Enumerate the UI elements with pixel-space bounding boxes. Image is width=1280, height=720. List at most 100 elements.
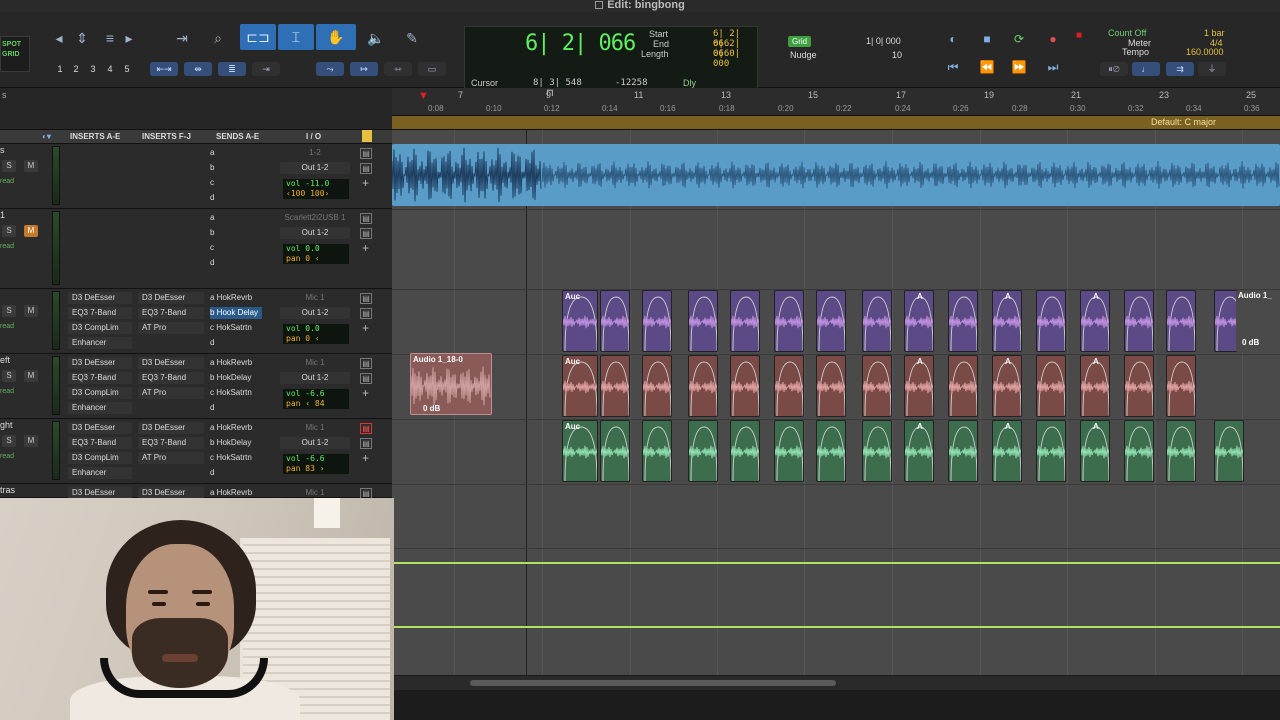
solo-button[interactable]: S [2,160,16,172]
track-row[interactable]: tras D3 DeEsser D3 DeEsser a HokRevrb Mic 1 ▤ [0,484,392,499]
send-slot[interactable]: a HokRevrb [210,422,252,434]
edit-mode-grid[interactable]: GRID [2,50,28,60]
mute-button[interactable]: M [24,370,38,382]
insert-slot[interactable] [68,192,132,204]
pan-readout[interactable]: pan 0 ‹ [286,334,349,344]
send-slot[interactable]: b [210,227,214,239]
output-window-icon[interactable]: ▤ [360,373,372,384]
insert-slot[interactable]: EQ3 7-Band [68,372,132,384]
add-lane-icon[interactable]: + [362,176,369,190]
audio-clip[interactable]: A [904,355,934,417]
output-selector[interactable]: Out 1-2 [280,162,350,174]
delay-compensation-label[interactable]: Dly [683,78,696,88]
insert-slot[interactable]: Enhancer [68,337,132,349]
send-slot[interactable]: c HokSatrtn [210,322,252,334]
insert-slot[interactable]: D3 DeEsser [68,422,132,434]
tab-to-transient-icon[interactable]: ⇥ [168,26,196,50]
output-window-icon[interactable]: ▤ [360,228,372,239]
scrubber-tool-icon[interactable]: 🔈 [362,26,390,50]
track-row[interactable]: s S Mread a b c d 1-2 Out 1-2 vol -11.0 ‹100 100› ▤… [0,144,392,209]
output-selector[interactable]: Out 1-2 [280,307,350,319]
track-name[interactable]: eft [0,355,10,365]
track-name[interactable]: tras [0,485,15,495]
volume-readout[interactable]: vol 0.0 [286,324,349,334]
insertion-follows-icon[interactable]: ⇥ [252,62,280,76]
volume-pan-display[interactable]: vol 0.0 pan 0 ‹ [282,243,350,265]
insert-slot[interactable] [138,192,204,204]
audio-clip[interactable] [642,355,672,417]
audio-clip[interactable] [774,290,804,352]
mirror-midi-icon[interactable]: ↦ [350,62,378,76]
audio-clip[interactable] [642,420,672,482]
audio-clip[interactable] [1036,290,1066,352]
send-slot[interactable]: d [210,192,214,204]
track-options-icon[interactable]: ▤ [360,423,372,434]
horizontal-scroll-thumb[interactable] [470,680,836,686]
insert-slot[interactable]: D3 DeEsser [138,422,204,434]
send-slot[interactable]: d [210,402,214,414]
length-value[interactable]: 0| 0| 000 [713,49,757,69]
output-window-icon[interactable]: ▤ [360,308,372,319]
pan-readout[interactable]: pan 0 ‹ [286,254,349,264]
insert-slot[interactable]: D3 CompLim [68,452,132,464]
automation-mode[interactable]: read [0,178,14,185]
zoom-preset-5[interactable]: 5 [121,62,133,76]
volume-pan-display[interactable]: vol -6.6 pan 83 › [282,453,350,475]
send-slot[interactable]: b Hook Delay [210,307,263,319]
insert-slot[interactable]: D3 DeEsser [68,357,132,369]
pan-readout[interactable]: ‹100 100› [286,189,349,199]
output-selector[interactable]: Out 1-2 [280,372,350,384]
audio-clip[interactable]: A [904,290,934,352]
insert-slot[interactable] [138,212,204,224]
insert-slot[interactable]: EQ3 7-Band [138,437,204,449]
insert-slot[interactable]: AT Pro [138,387,204,399]
key-signature-label[interactable]: Default: C major [1151,117,1216,127]
insert-slot[interactable]: D3 CompLim [68,387,132,399]
audio-clip[interactable] [948,420,978,482]
audio-clip[interactable]: A [992,355,1022,417]
track-name[interactable]: 1 [0,210,5,220]
send-slot[interactable]: d [210,337,214,349]
input-selector[interactable]: Mic 1 [280,422,350,434]
insert-slot[interactable] [138,337,204,349]
insert-slot[interactable] [68,257,132,269]
send-slot[interactable]: a HokRevrb [210,292,252,304]
send-slot[interactable]: c HokSatrtn [210,452,252,464]
timeline-ruler[interactable]: ▼ ⊓ 7 9 11 13 15 17 19 21 23 25 0:08 0:1… [392,88,1280,116]
audio-clip[interactable] [730,355,760,417]
output-window-icon[interactable]: ▤ [360,163,372,174]
shrink-left-icon[interactable]: ◂ [50,26,68,50]
track-options-icon[interactable]: ▤ [360,148,372,159]
count-off-label[interactable]: Count Off [1108,28,1146,38]
selector-tool-icon[interactable]: ⌶ [278,24,314,50]
send-slot[interactable]: a [210,212,214,224]
pencil-tool-icon[interactable]: ✎ [398,26,426,50]
insert-slot[interactable]: EQ3 7-Band [68,437,132,449]
zoom-preset-1[interactable]: 1 [54,62,66,76]
midi-merge-icon[interactable]: ⏸⊘ [1100,62,1128,76]
mute-button[interactable]: M [24,305,38,317]
insert-slot[interactable]: AT Pro [138,322,204,334]
audio-clip[interactable] [688,290,718,352]
track-height-icon[interactable]: ≡ [96,26,124,50]
audio-clip[interactable] [1124,290,1154,352]
track-options-icon[interactable]: ▤ [360,293,372,304]
audio-clip[interactable]: A [1080,355,1110,417]
insert-slot[interactable]: EQ3 7-Band [68,307,132,319]
main-counter-value[interactable]: 6| 2| 066 [525,31,636,56]
audio-clip[interactable] [862,290,892,352]
audio-clip[interactable] [642,290,672,352]
fast-forward-icon[interactable]: ⏩ [1008,58,1030,76]
add-lane-icon[interactable]: + [362,386,369,400]
edit-mode-spot[interactable]: SPOT [2,40,28,50]
audio-clip[interactable] [600,355,630,417]
track-row[interactable]: eft S Mread D3 DeEsser D3 DeEsser a HokRevrb E… [0,354,392,419]
track-row[interactable]: 1 S Mread a b c d Scarlett2i2USB 1 Out 1-2 vol 0.… [0,209,392,289]
solo-button[interactable]: S [2,435,16,447]
send-slot[interactable]: a HokRevrb [210,357,252,369]
mute-button[interactable]: M [24,225,38,237]
audio-clip[interactable] [1036,355,1066,417]
send-slot[interactable]: c [210,242,214,254]
send-slot[interactable]: d [210,467,214,479]
rewind-icon[interactable]: ⏪ [976,58,998,76]
